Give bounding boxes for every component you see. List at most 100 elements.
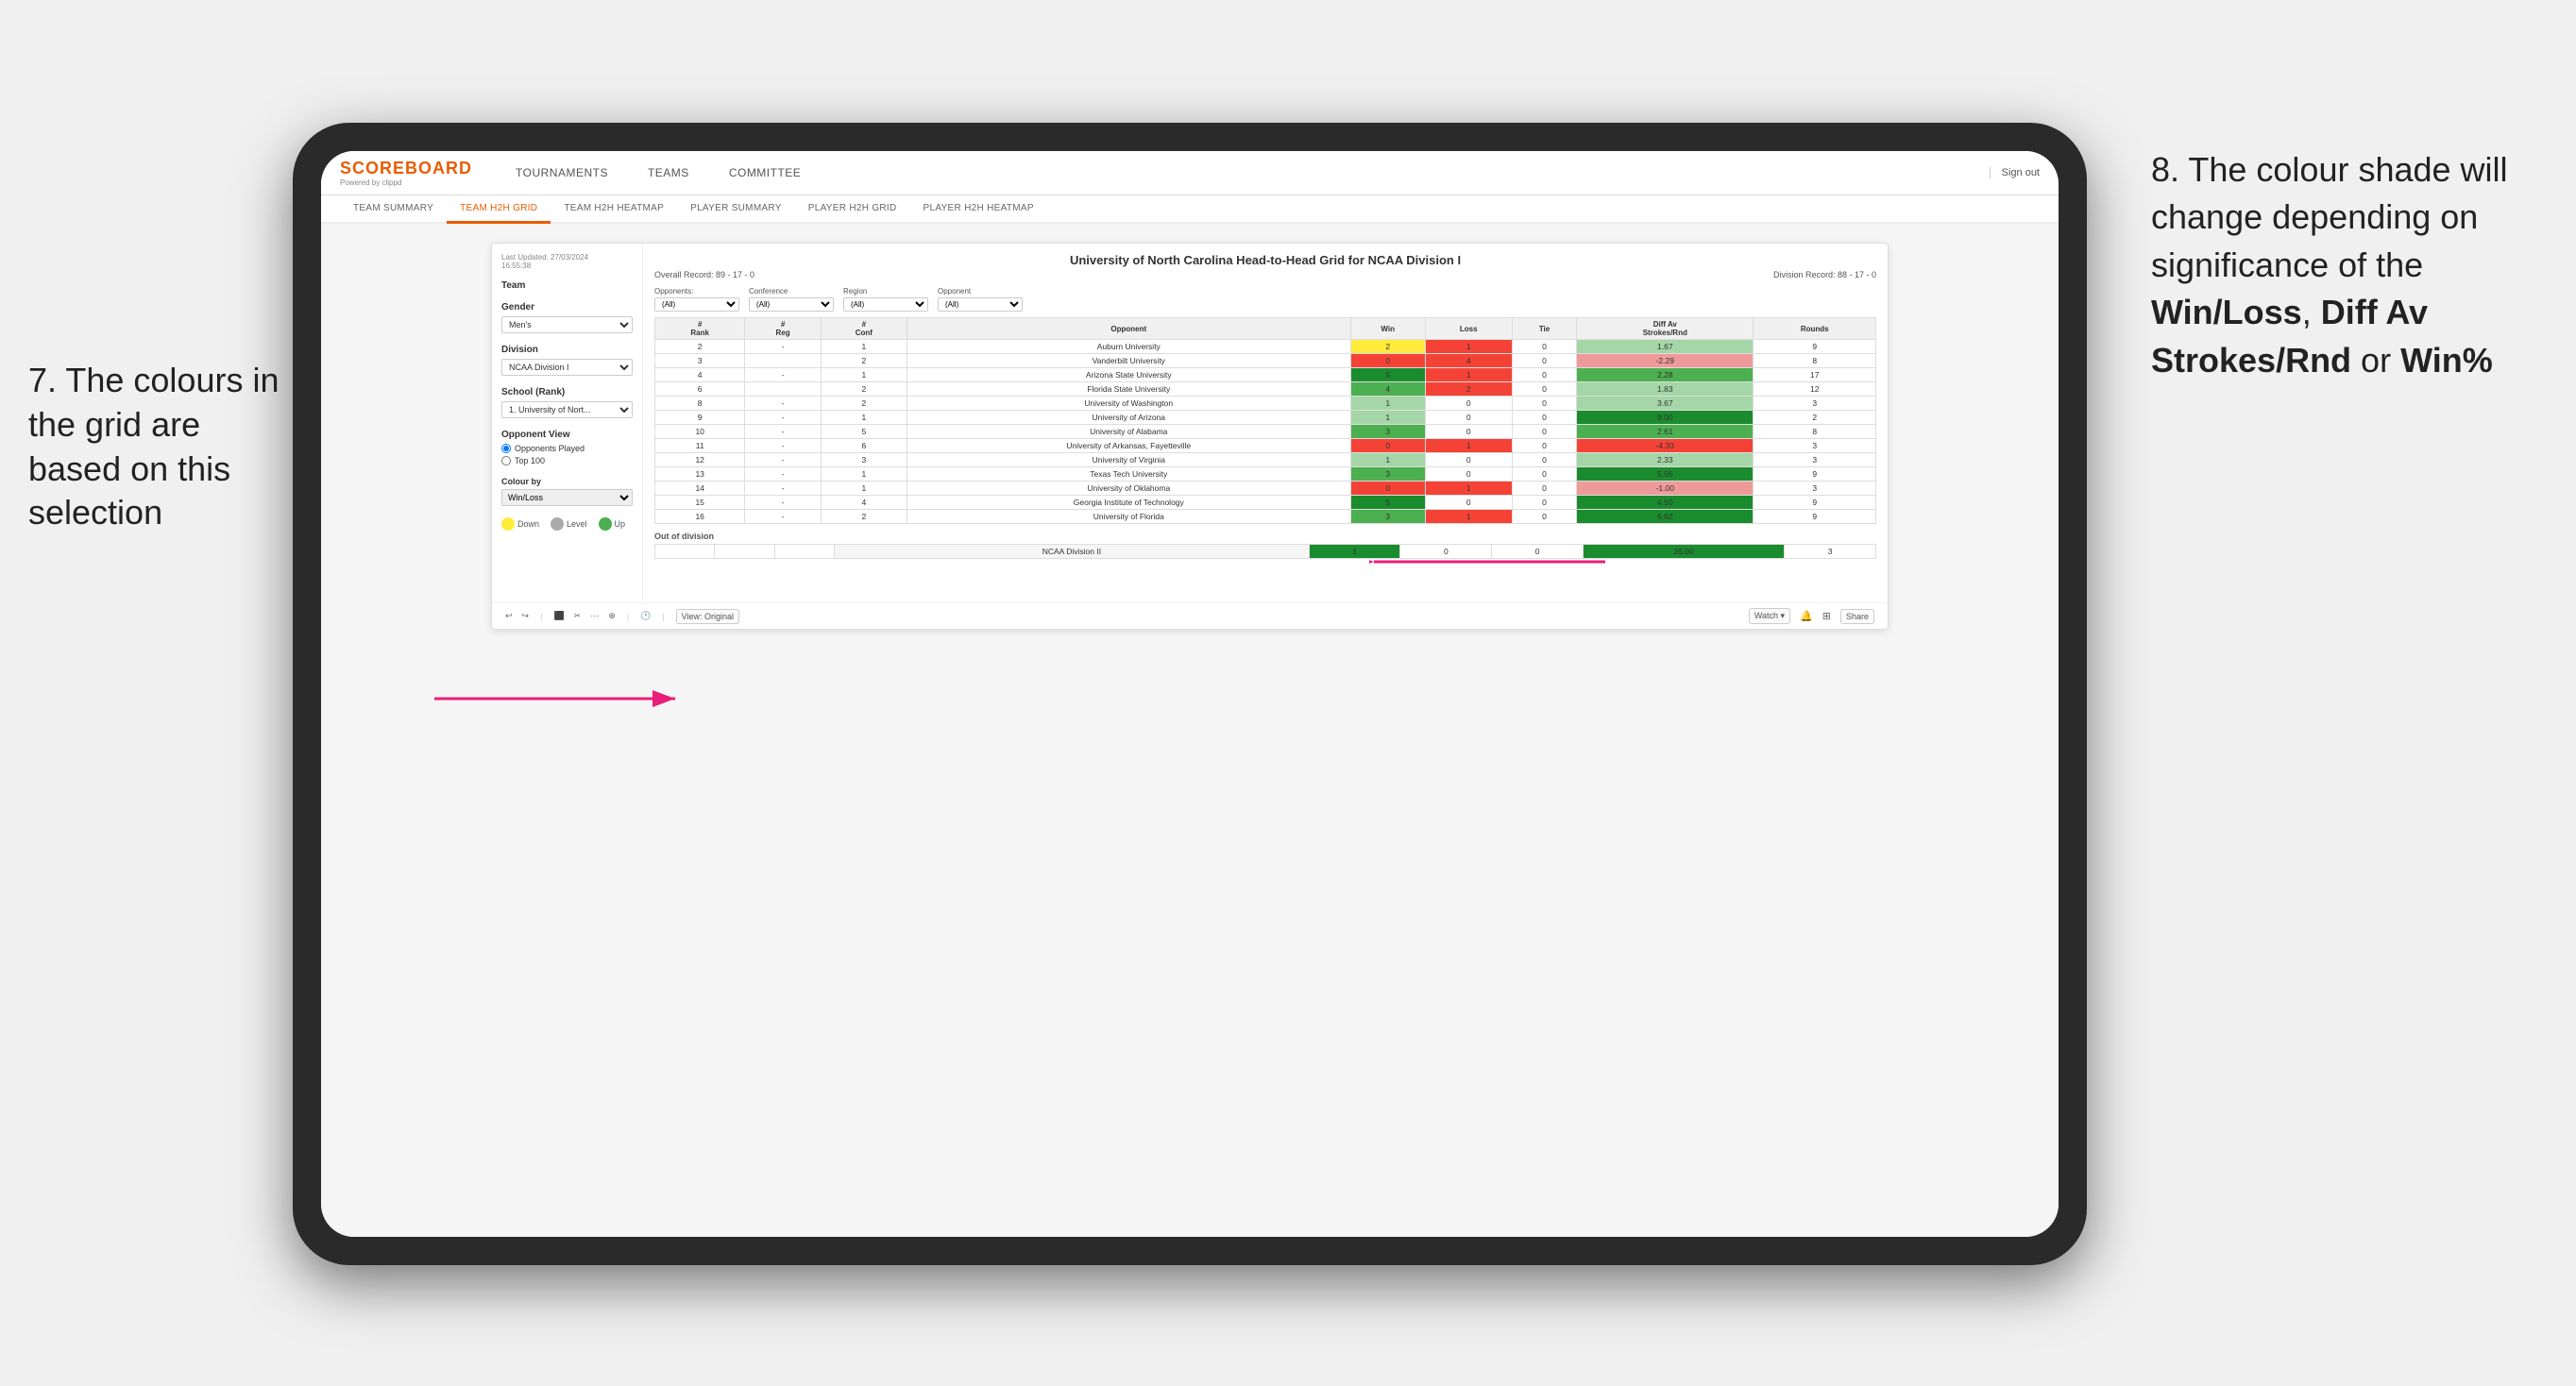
cell-tie: 0	[1512, 482, 1576, 496]
cell-reg: -	[745, 411, 822, 425]
tablet-screen: SCOREBOARD Powered by clippd TOURNAMENTS…	[321, 151, 2059, 1237]
cell-win: 3	[1350, 510, 1425, 524]
grid-records: Overall Record: 89 - 17 - 0 Division Rec…	[654, 270, 1876, 279]
cell-diff: 2.28	[1577, 368, 1754, 382]
col-win: Win	[1350, 318, 1425, 340]
share-button[interactable]: Share	[1840, 609, 1874, 624]
cell-rank: 9	[655, 411, 745, 425]
nav-teams[interactable]: TEAMS	[642, 162, 695, 183]
toolbar-icon-4[interactable]: ⊕	[608, 611, 616, 621]
cell-conf: 3	[821, 453, 907, 467]
cell-loss: 2	[1425, 382, 1512, 397]
table-row: 12 - 3 University of Virginia 1 0 0 2.33…	[655, 453, 1876, 467]
cell-opponent: University of Virginia	[907, 453, 1350, 467]
table-row: 6 2 Florida State University 4 2 0 1.83 …	[655, 382, 1876, 397]
cell-rounds: 3	[1754, 439, 1876, 453]
cell-reg: -	[745, 467, 822, 482]
tab-team-summary[interactable]: TEAM SUMMARY	[340, 195, 447, 224]
cell-diff: 5.56	[1577, 467, 1754, 482]
cell-conf: 2	[821, 354, 907, 368]
cell-tie: 0	[1512, 340, 1576, 354]
nav-tournaments[interactable]: TOURNAMENTS	[510, 162, 614, 183]
team-section: Team	[501, 280, 633, 291]
cell-loss: 0	[1425, 411, 1512, 425]
redo-icon[interactable]: ↪	[522, 611, 530, 621]
out-of-division-title: Out of division	[654, 532, 1876, 541]
out-division-name: NCAA Division II	[835, 545, 1310, 559]
nav-committee[interactable]: COMMITTEE	[723, 162, 807, 183]
cell-rounds: 9	[1754, 496, 1876, 510]
tab-player-summary[interactable]: PLAYER SUMMARY	[677, 195, 795, 224]
col-loss: Loss	[1425, 318, 1512, 340]
cell-loss: 0	[1425, 453, 1512, 467]
tab-player-h2h-grid[interactable]: PLAYER H2H GRID	[795, 195, 910, 224]
annotation-left: 7. The colours in the grid are based on …	[28, 359, 293, 535]
cell-reg: -	[745, 510, 822, 524]
toolbar-icon-6[interactable]: ⊞	[1822, 610, 1831, 622]
cell-reg: -	[745, 453, 822, 467]
cell-rounds: 9	[1754, 340, 1876, 354]
cell-diff: -1.00	[1577, 482, 1754, 496]
tab-team-h2h-grid[interactable]: TEAM H2H GRID	[447, 195, 551, 224]
tab-player-h2h-heatmap[interactable]: PLAYER H2H HEATMAP	[910, 195, 1047, 224]
view-original-button[interactable]: View: Original	[676, 609, 739, 624]
gender-select[interactable]: Men's	[501, 316, 633, 333]
cell-conf: 1	[821, 340, 907, 354]
cell-win: 1	[1350, 453, 1425, 467]
bottom-toolbar: ↩ ↪ | ⬛ ✂ ⋯ ⊕ | 🕐 | View: Original Watch…	[492, 602, 1888, 629]
tablet-frame: SCOREBOARD Powered by clippd TOURNAMENTS…	[293, 123, 2087, 1265]
cell-conf: 1	[821, 368, 907, 382]
cell-reg	[745, 354, 822, 368]
col-rounds: Rounds	[1754, 318, 1876, 340]
cell-rounds: 3	[1754, 397, 1876, 411]
division-select[interactable]: NCAA Division I	[501, 359, 633, 376]
cell-conf: 2	[821, 382, 907, 397]
out-division-row: NCAA Division II 1 0 0 26.00 3	[655, 545, 1876, 559]
cell-diff: 1.83	[1577, 382, 1754, 397]
col-tie: Tie	[1512, 318, 1576, 340]
legend-level: Level	[551, 517, 587, 531]
table-row: 4 - 1 Arizona State University 5 1 0 2.2…	[655, 368, 1876, 382]
cell-reg: -	[745, 340, 822, 354]
radio-opponents-played[interactable]: Opponents Played	[501, 444, 633, 453]
division-section: Division NCAA Division I	[501, 345, 633, 376]
cell-rounds: 17	[1754, 368, 1876, 382]
cell-tie: 0	[1512, 439, 1576, 453]
grid-title: University of North Carolina Head-to-Hea…	[654, 253, 1876, 267]
opponent-select[interactable]: (All)	[938, 297, 1023, 312]
clock-icon[interactable]: 🕐	[640, 611, 651, 621]
cell-rank: 8	[655, 397, 745, 411]
cell-opponent: University of Arkansas, Fayetteville	[907, 439, 1350, 453]
tab-team-h2h-heatmap[interactable]: TEAM H2H HEATMAP	[551, 195, 677, 224]
col-opponent: Opponent	[907, 318, 1350, 340]
conference-select[interactable]: (All)	[749, 297, 834, 312]
table-row: 8 - 2 University of Washington 1 0 0 3.6…	[655, 397, 1876, 411]
sign-out-button[interactable]: Sign out	[1990, 167, 2040, 178]
cell-opponent: University of Florida	[907, 510, 1350, 524]
colour-by-select[interactable]: Win/Loss	[501, 489, 633, 506]
toolbar-icon-1[interactable]: ⬛	[553, 611, 564, 621]
out-tie: 0	[1492, 545, 1584, 559]
cell-win: 3	[1350, 467, 1425, 482]
cell-win: 4	[1350, 382, 1425, 397]
division-label: Division	[501, 345, 633, 355]
table-row: 9 - 1 University of Arizona 1 0 0 9.00 2	[655, 411, 1876, 425]
undo-icon[interactable]: ↩	[505, 611, 513, 621]
out-reg	[715, 545, 774, 559]
cell-conf: 2	[821, 510, 907, 524]
opponents-select[interactable]: (All)	[654, 297, 739, 312]
radio-top-100[interactable]: Top 100	[501, 456, 633, 465]
app-header: SCOREBOARD Powered by clippd TOURNAMENTS…	[321, 151, 2059, 195]
toolbar-icon-2[interactable]: ✂	[574, 611, 582, 621]
cell-opponent: Auburn University	[907, 340, 1350, 354]
table-row: 3 2 Vanderbilt University 0 4 0 -2.29 8	[655, 354, 1876, 368]
school-select[interactable]: 1. University of Nort...	[501, 401, 633, 418]
logo-text: SCOREBOARD	[340, 159, 472, 178]
toolbar-icon-3[interactable]: ⋯	[590, 611, 599, 621]
cell-loss: 0	[1425, 467, 1512, 482]
toolbar-icon-5[interactable]: 🔔	[1800, 610, 1813, 622]
region-select[interactable]: (All)	[843, 297, 928, 312]
cell-rank: 14	[655, 482, 745, 496]
watch-button[interactable]: Watch ▾	[1749, 608, 1790, 624]
conference-filter: Conference (All)	[749, 287, 834, 312]
